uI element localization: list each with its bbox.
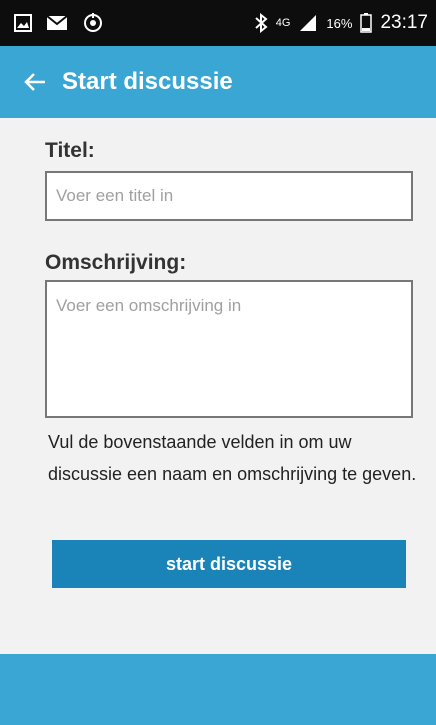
screen: 4G 16% 23:17 Start discussie Titel: Omsc…: [0, 0, 436, 725]
network-type: 4G: [275, 17, 291, 29]
page-title: Start discussie: [62, 68, 233, 95]
gallery-icon: [14, 14, 32, 32]
clock: 23:17: [380, 12, 428, 33]
arrow-left-icon: [24, 73, 45, 91]
start-discussion-button[interactable]: start discussie: [52, 540, 406, 588]
help-text: Vul de bovenstaande velden in om uw disc…: [48, 432, 417, 484]
status-bar-notifications: [14, 12, 104, 34]
description-label: Omschrijving:: [45, 251, 187, 274]
bottom-bar: [0, 654, 436, 725]
battery-icon: [360, 13, 373, 33]
status-bar-system: 4G 16% 23:17: [254, 12, 428, 34]
title-input[interactable]: [45, 171, 413, 221]
status-bar: 4G 16% 23:17: [0, 0, 436, 46]
title-label: Titel:: [45, 139, 95, 162]
app-bar: Start discussie: [0, 46, 436, 118]
mail-icon: [46, 15, 68, 31]
description-input[interactable]: [45, 280, 413, 418]
sync-icon: [82, 12, 104, 34]
back-button[interactable]: [18, 65, 52, 99]
battery-percent: 16%: [326, 15, 353, 31]
signal-icon: [298, 14, 318, 32]
bluetooth-icon: [254, 13, 268, 33]
